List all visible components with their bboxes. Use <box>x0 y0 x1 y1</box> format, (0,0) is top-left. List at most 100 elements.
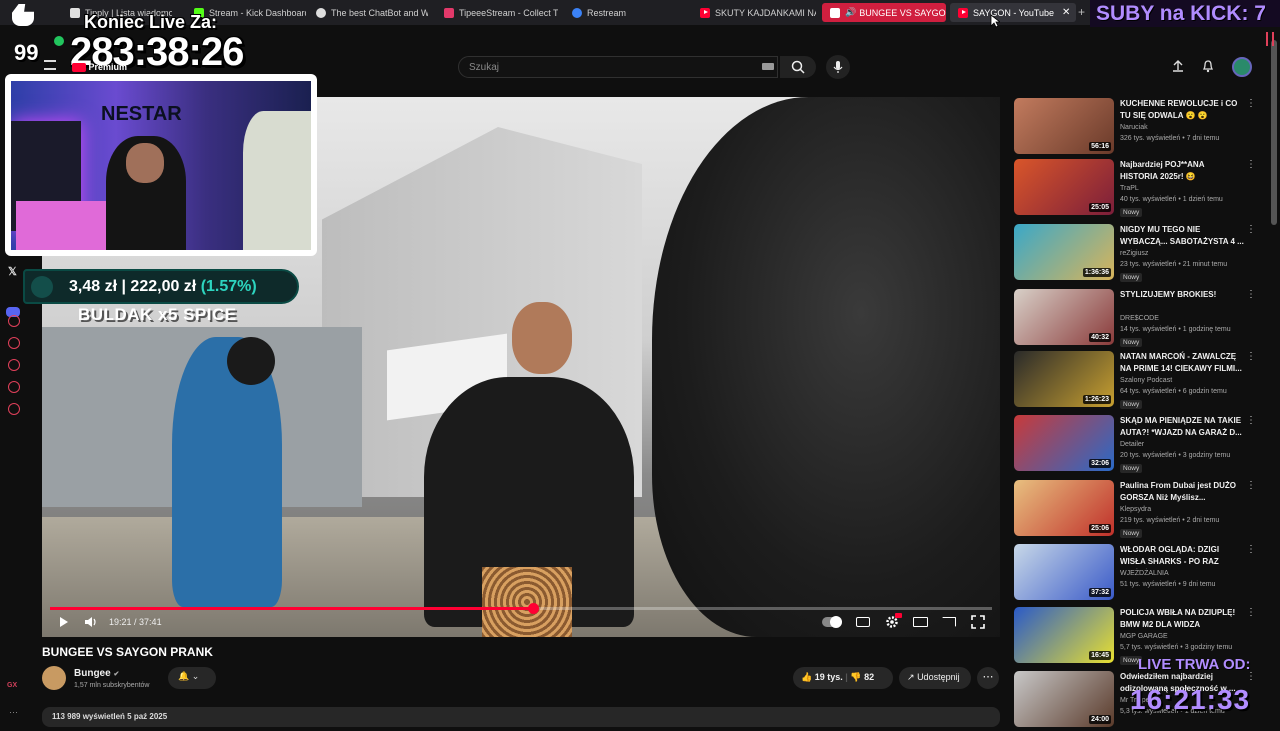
scrollbar[interactable] <box>1271 40 1277 225</box>
bell-icon: 🔔 <box>178 671 190 681</box>
video-thumbnail[interactable]: 56:16 <box>1014 98 1114 154</box>
subscriber-count: 1,57 mln subskrybentów <box>74 682 150 689</box>
search-input[interactable]: Szukaj <box>458 56 778 78</box>
recommended-channel-name[interactable]: Klepsydra <box>1120 506 1151 513</box>
volume-icon[interactable] <box>84 616 98 628</box>
recommended-video[interactable]: 56:16 KUCHENNE REWOLUCJE i CO TU SIĘ ODWA… <box>1014 98 1262 158</box>
chat-icon[interactable] <box>8 381 20 393</box>
more-options-icon[interactable]: ⋮ <box>1246 607 1256 618</box>
thumbs-down-icon[interactable]: 👎 <box>850 672 861 682</box>
more-options-icon[interactable]: ⋮ <box>1246 98 1256 109</box>
channel-avatar[interactable] <box>42 666 66 690</box>
recommended-channel-name[interactable]: Naruciak <box>1120 124 1148 131</box>
settings-gear-icon[interactable] <box>8 403 20 415</box>
webcam-overlay: NESTAR <box>5 74 317 256</box>
recommended-video[interactable]: 32:06 SKĄD MA PIENIĄDZE NA TAKIE AUTA?! *… <box>1014 415 1262 475</box>
more-options-icon[interactable]: ⋮ <box>1246 480 1256 491</box>
more-icon[interactable]: ⋯ <box>9 707 18 718</box>
recommended-channel-name[interactable]: MGP GARAGE <box>1120 633 1168 640</box>
video-thumbnail[interactable]: 16:45 <box>1014 607 1114 663</box>
more-options-icon[interactable]: ⋮ <box>1246 544 1256 555</box>
video-thumbnail[interactable]: 37:32 <box>1014 544 1114 600</box>
close-tab-icon[interactable]: ✕ <box>1054 7 1070 18</box>
fullscreen-icon[interactable] <box>971 615 985 629</box>
subtitles-icon[interactable] <box>856 617 870 627</box>
more-options-icon[interactable]: ⋮ <box>1246 289 1256 300</box>
coin-icon <box>31 276 53 298</box>
tab-skuty-kajdankami[interactable]: SKUTY KAJDANKAMI NA <box>692 3 816 22</box>
more-options-icon[interactable]: ⋮ <box>1246 415 1256 426</box>
recommended-video[interactable]: 40:32 STYLIZUJEMY BROKIES! DRE$CODE 14 tys.… <box>1014 289 1262 349</box>
hamburger-menu-icon[interactable] <box>44 60 56 70</box>
recommended-video-title[interactable]: SKĄD MA PIENIĄDZE NA TAKIE AUTA?! *WJAZD… <box>1120 415 1244 439</box>
notifications-bell-icon[interactable] <box>1201 59 1215 73</box>
description-box[interactable]: 113 989 wyświetleń 5 paź 2025 <box>42 707 1000 727</box>
recommended-channel-name[interactable]: WJEŻDŻALNIA <box>1120 570 1169 577</box>
recommended-video-title[interactable]: Paulina From Dubai jest DUŻO GORSZA Niż … <box>1120 480 1244 504</box>
video-thumbnail[interactable]: 1:26:23 <box>1014 351 1114 407</box>
mouse-cursor-icon <box>990 14 1000 28</box>
recommended-video-title[interactable]: NATAN MARCOŃ - ZAWALCZĘ NA PRIME 14! CIE… <box>1120 351 1244 375</box>
tab-tipeeestream[interactable]: TipeeeStream - Collect T <box>436 3 558 22</box>
new-badge: Nowy <box>1120 273 1143 282</box>
recommended-video[interactable]: 1:36:36 NIGDY MU TEGO NIE WYBACZĄ... SABO… <box>1014 224 1262 284</box>
more-options-icon[interactable]: ⋮ <box>1246 351 1256 362</box>
play-icon[interactable] <box>57 616 69 628</box>
tab-saygon-youtube[interactable]: SAYGON - YouTube ✕ <box>950 3 1076 22</box>
keyboard-icon[interactable] <box>762 63 774 70</box>
recommended-video-title[interactable]: WŁODAR OGLĄDA: DZIGI WISŁA SHARKS - PO R… <box>1120 544 1244 568</box>
video-thumbnail[interactable]: 1:36:36 <box>1014 224 1114 280</box>
share-button[interactable]: ↗ Udostępnij <box>899 667 971 689</box>
heart-icon[interactable] <box>8 337 20 349</box>
recommended-video-title[interactable]: KUCHENNE REWOLUCJE i CO TU SIĘ ODWALA 😮 … <box>1120 98 1244 122</box>
video-thumbnail[interactable]: 25:06 <box>1014 480 1114 536</box>
people-icon[interactable] <box>8 359 20 371</box>
recommended-video[interactable]: 37:32 WŁODAR OGLĄDA: DZIGI WISŁA SHARKS -… <box>1014 544 1262 604</box>
x-social-icon[interactable]: 𝕏 <box>8 265 17 278</box>
video-thumbnail[interactable]: 24:00 <box>1014 671 1114 727</box>
recommended-channel-name[interactable]: Szalony Podcast <box>1120 377 1172 384</box>
video-thumbnail[interactable]: 32:06 <box>1014 415 1114 471</box>
recommended-video-title[interactable]: NIGDY MU TEGO NIE WYBACZĄ... SABOTAŻYSTA… <box>1120 224 1244 248</box>
recommended-channel-name[interactable]: DRE$CODE <box>1120 315 1159 322</box>
account-avatar[interactable] <box>1232 57 1252 77</box>
record-icon[interactable] <box>8 315 20 327</box>
new-tab-button[interactable]: + <box>1078 5 1085 19</box>
video-thumbnail[interactable]: 25:05 <box>1014 159 1114 215</box>
tab-restream[interactable]: Restream <box>564 3 674 22</box>
recommended-channel-name[interactable]: reZigiusz <box>1120 250 1148 257</box>
video-thumbnail[interactable]: 40:32 <box>1014 289 1114 345</box>
more-options-icon[interactable]: ⋮ <box>1246 159 1256 170</box>
recommended-channel-name[interactable]: Detailer <box>1120 441 1144 448</box>
tab-chatbot[interactable]: The best ChatBot and W <box>308 3 428 22</box>
gx-icon[interactable]: GX <box>7 682 17 689</box>
recommended-channel-name[interactable]: TraPL <box>1120 185 1139 192</box>
tab-bungee-vs-saygon[interactable]: 🔊 BUNGEE VS SAYGON <box>822 3 946 22</box>
recommended-video-title[interactable]: Najbardziej POJ**ANA HISTORIA 2025r! 😆 <box>1120 159 1244 183</box>
voice-search-button[interactable] <box>826 55 850 79</box>
recommended-video-meta: 64 tys. wyświetleń • 6 godzin temu <box>1120 388 1227 395</box>
search-button[interactable] <box>780 56 816 78</box>
channel-name[interactable]: Bungee ✔ <box>74 668 119 679</box>
video-progress-bar[interactable] <box>50 603 992 614</box>
more-options-icon[interactable]: ⋮ <box>1246 224 1256 235</box>
theater-mode-icon[interactable] <box>913 617 928 627</box>
cast-icon[interactable] <box>942 617 956 627</box>
autoplay-toggle[interactable] <box>822 616 842 628</box>
like-count[interactable]: 19 tys. <box>815 672 843 682</box>
subscription-bell-button[interactable]: 🔔 ⌄ <box>168 667 216 689</box>
webcam-feed: NESTAR <box>11 81 311 250</box>
upload-icon[interactable] <box>1171 59 1185 73</box>
verified-icon: ✔ <box>113 671 120 678</box>
recommended-video[interactable]: 25:06 Paulina From Dubai jest DUŻO GORSZA… <box>1014 480 1262 540</box>
recommended-video-title[interactable]: POLICJA WBIŁA NA DZIUPLĘ! BMW M2 DLA WID… <box>1120 607 1244 631</box>
new-badge: Nowy <box>1120 208 1143 217</box>
recommended-video[interactable]: 1:26:23 NATAN MARCOŃ - ZAWALCZĘ NA PRIME … <box>1014 351 1262 411</box>
recommended-video[interactable]: 25:05 Najbardziej POJ**ANA HISTORIA 2025r… <box>1014 159 1262 219</box>
new-badge: Nowy <box>1120 529 1143 538</box>
dislike-count[interactable]: 82 <box>864 672 874 682</box>
more-actions-button[interactable]: ⋯ <box>977 667 999 689</box>
thumbs-up-icon[interactable]: 👍 <box>801 672 812 682</box>
microphone-icon <box>833 61 843 73</box>
recommended-video-title[interactable]: STYLIZUJEMY BROKIES! <box>1120 289 1244 301</box>
